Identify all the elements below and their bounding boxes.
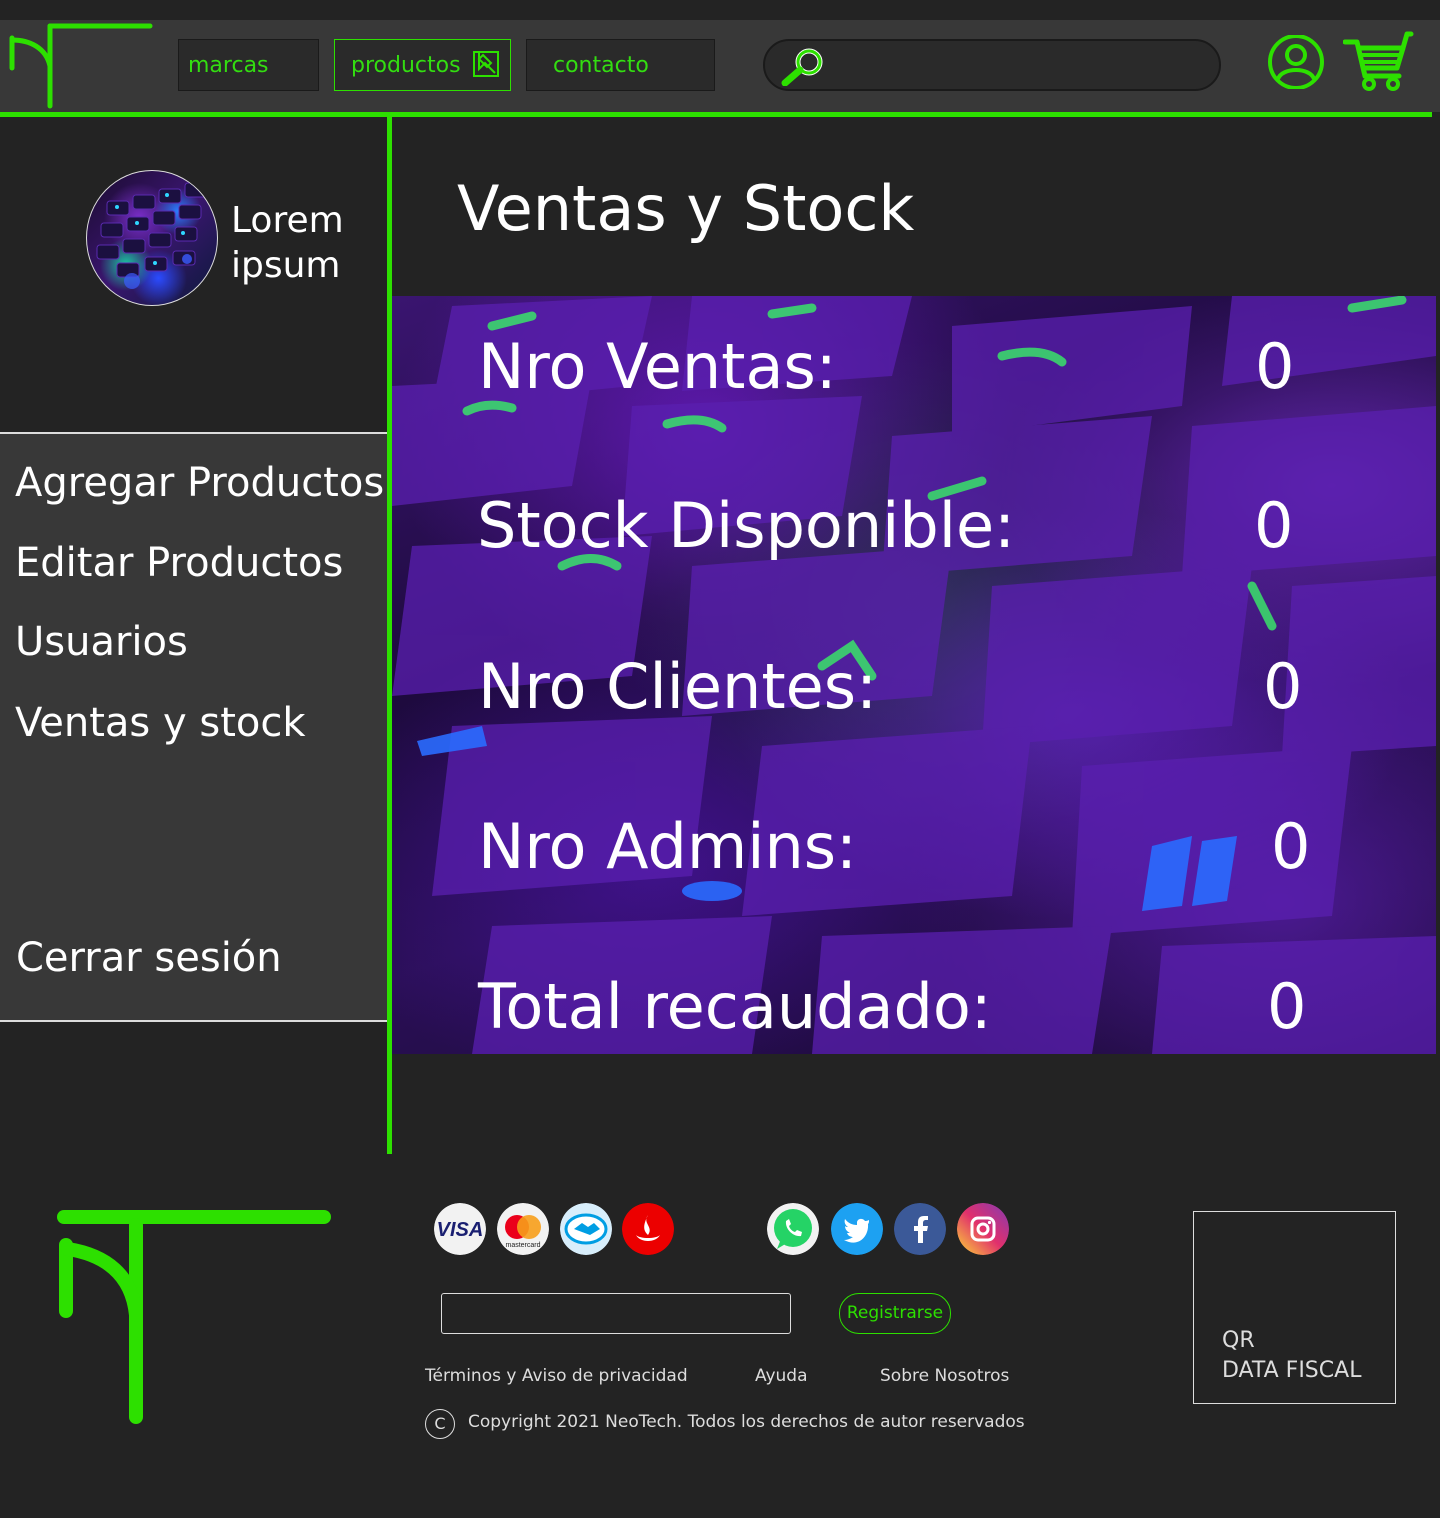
qr-label: QR DATA FISCAL <box>1222 1326 1361 1386</box>
nav-productos-label: productos <box>351 53 461 78</box>
top-strip <box>0 0 1440 20</box>
menu-item-ventas-stock[interactable]: Ventas y stock <box>15 700 306 746</box>
menu-item-editar-productos[interactable]: Editar Productos <box>15 540 343 586</box>
logo-icon[interactable] <box>6 20 156 112</box>
qr-line2: DATA FISCAL <box>1222 1358 1362 1383</box>
qr-data-fiscal[interactable]: QR DATA FISCAL <box>1193 1211 1396 1404</box>
search-bar[interactable] <box>763 39 1221 91</box>
avatar-image <box>96 182 208 289</box>
stats-panel: Nro Ventas: 0 Stock Disponible: 0 Nro Cl… <box>392 296 1436 1054</box>
user-account-icon[interactable] <box>1266 35 1326 89</box>
stat-value-stock: 0 <box>1254 489 1294 562</box>
newsletter-email-input[interactable] <box>441 1293 791 1334</box>
search-icon[interactable] <box>777 46 827 86</box>
stat-label-admins: Nro Admins: <box>478 810 857 883</box>
nav-productos[interactable]: productos <box>334 39 511 91</box>
twitter-icon[interactable] <box>831 1203 883 1255</box>
facebook-icon[interactable] <box>894 1203 946 1255</box>
copyright-text: Copyright 2021 NeoTech. Todos los derech… <box>468 1412 1025 1432</box>
stat-value-total: 0 <box>1267 970 1307 1043</box>
mercadopago-icon <box>560 1203 612 1255</box>
cart-icon[interactable] <box>1343 28 1415 92</box>
footer-logo-icon <box>57 1210 331 1424</box>
stat-value-clientes: 0 <box>1263 650 1303 723</box>
nav-marcas-label: marcas <box>188 53 269 78</box>
admin-menu: Agregar Productos Editar Productos Usuar… <box>0 432 387 1022</box>
stat-value-admins: 0 <box>1271 810 1311 883</box>
stat-label-stock: Stock Disponible: <box>477 489 1015 562</box>
page-title: Ventas y Stock <box>457 172 915 245</box>
profile-name: Lorem ipsum <box>231 200 344 286</box>
nav-marcas[interactable]: marcas <box>178 39 319 91</box>
register-button[interactable]: Registrarse <box>839 1293 951 1334</box>
stat-value-ventas: 0 <box>1255 330 1295 403</box>
avatar[interactable] <box>86 170 218 306</box>
menu-item-usuarios[interactable]: Usuarios <box>15 619 188 665</box>
visa-icon: VISA <box>434 1203 486 1255</box>
logout-button[interactable]: Cerrar sesión <box>16 935 282 981</box>
stat-label-total: Total recaudado: <box>478 970 992 1043</box>
nav-contacto[interactable]: contacto <box>526 39 715 91</box>
search-input[interactable] <box>835 47 1209 85</box>
svg-text:mastercard: mastercard <box>505 1242 540 1249</box>
stat-label-clientes: Nro Clientes: <box>478 650 877 723</box>
svg-text:VISA: VISA <box>437 1219 484 1241</box>
footer-link-about[interactable]: Sobre Nosotros <box>880 1366 1009 1386</box>
menu-item-agregar-productos[interactable]: Agregar Productos <box>15 460 384 506</box>
instagram-icon[interactable] <box>957 1203 1009 1255</box>
whatsapp-icon[interactable] <box>767 1203 819 1255</box>
footer-link-help[interactable]: Ayuda <box>755 1366 808 1386</box>
footer-link-terms[interactable]: Términos y Aviso de privacidad <box>425 1366 688 1386</box>
santander-icon <box>622 1203 674 1255</box>
qr-line1: QR <box>1222 1328 1255 1353</box>
copyright-icon: C <box>425 1409 455 1439</box>
stat-label-ventas: Nro Ventas: <box>478 330 837 403</box>
edit-icon <box>473 51 499 77</box>
nav-contacto-label: contacto <box>553 53 649 78</box>
mastercard-icon: mastercard <box>497 1203 549 1255</box>
